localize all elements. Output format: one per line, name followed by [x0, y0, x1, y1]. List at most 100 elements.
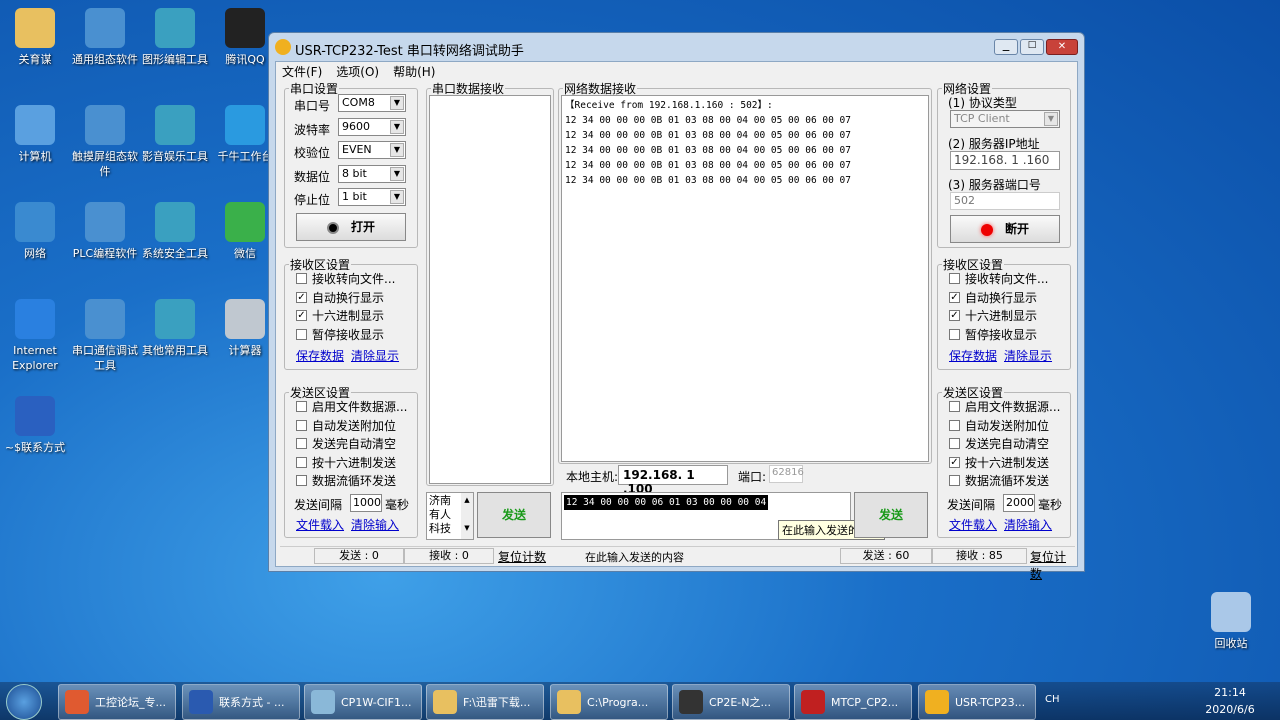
start-button[interactable] — [6, 684, 42, 720]
desktop-icon[interactable]: PLC编程软件 — [70, 202, 140, 261]
local-port-value: 62816 — [769, 465, 804, 483]
app-icon — [225, 105, 265, 145]
load-link[interactable]: 文件载入 — [296, 516, 344, 533]
field-select[interactable]: 9600 ▼ — [338, 117, 406, 136]
clock-date[interactable]: 2020/6/6 — [1198, 703, 1262, 716]
desktop-icon[interactable]: 系统安全工具 — [140, 202, 210, 261]
taskbar-item[interactable]: CP2E-N之... — [672, 684, 790, 720]
taskbar-item[interactable]: 联系方式 - ... — [182, 684, 300, 720]
save-link[interactable]: 保存数据 — [296, 347, 344, 364]
scrollbar[interactable]: ▲ ▼ — [461, 493, 473, 539]
checkbox-icon — [949, 328, 960, 340]
protocol-select[interactable]: TCP Client ▼ — [950, 110, 1060, 128]
taskbar-item[interactable]: C:\Progra... — [550, 684, 668, 720]
server-ip-label: (2) 服务器IP地址 — [948, 137, 1040, 151]
checkbox-icon — [949, 419, 960, 431]
option-checkbox[interactable]: ✓ 自动换行显示 — [296, 289, 384, 306]
app-icon — [275, 39, 291, 55]
desktop-icon[interactable]: Internet Explorer — [0, 299, 70, 373]
app-icon — [15, 299, 55, 339]
option-checkbox[interactable]: 启用文件数据源... — [949, 398, 1060, 415]
checkbox-icon — [296, 273, 307, 284]
network-send-button[interactable]: 发送 — [854, 492, 928, 538]
option-checkbox[interactable]: 发送完自动清空 — [296, 435, 396, 452]
field-select[interactable]: 1 bit ▼ — [338, 188, 406, 206]
serial-sent-count: 发送 : 0 — [314, 548, 404, 564]
desktop-icon[interactable]: 其他常用工具 — [140, 299, 210, 358]
port-status-icon — [326, 221, 339, 234]
load-link[interactable]: 文件载入 — [949, 516, 997, 533]
option-checkbox[interactable]: ✓ 十六进制显示 — [949, 307, 1037, 324]
option-checkbox[interactable]: 接收转向文件... — [296, 270, 395, 287]
serial-send-button[interactable]: 发送 — [477, 492, 551, 538]
option-checkbox[interactable]: 暂停接收显示 — [949, 326, 1037, 343]
option-checkbox[interactable]: 数据流循环发送 — [949, 472, 1049, 489]
serial-send-input[interactable]: 济南 有人 科技 ▲ ▼ — [426, 492, 474, 540]
option-checkbox[interactable]: 接收转向文件... — [949, 270, 1048, 287]
option-checkbox[interactable]: ✓ 自动换行显示 — [949, 289, 1037, 306]
network-reset-count[interactable]: 复位计数 — [1030, 548, 1075, 582]
option-checkbox[interactable]: 按十六进制发送 — [296, 454, 396, 471]
menu-file[interactable]: 文件(F) — [282, 65, 322, 79]
clear-link[interactable]: 清除显示 — [1004, 347, 1052, 364]
taskbar-item[interactable]: MTCP_CP2... — [794, 684, 912, 720]
network-received-count: 接收 : 85 — [932, 548, 1027, 564]
checkbox-icon — [949, 273, 960, 284]
interval-label: 发送间隔 — [294, 497, 343, 512]
server-ip-input[interactable]: 192.168. 1 .160 — [950, 151, 1060, 170]
serial-settings-legend: 串口设置 — [290, 82, 339, 96]
option-checkbox[interactable]: 数据流循环发送 — [296, 472, 396, 489]
interval-input[interactable]: 1000 — [350, 493, 382, 512]
taskbar-item[interactable]: CP1W-CIF1... — [304, 684, 422, 720]
clear-link[interactable]: 清除显示 — [351, 347, 399, 364]
received-line: 12 34 00 00 00 0B 01 03 08 00 04 00 05 0… — [565, 160, 851, 171]
app-icon — [15, 396, 55, 436]
desktop-icon[interactable]: 计算机 — [0, 105, 70, 164]
disconnect-button[interactable]: 断开 — [950, 215, 1060, 243]
clear-link[interactable]: 清除输入 — [351, 516, 399, 533]
desktop-icon[interactable]: 串口通信调试工具 — [70, 299, 140, 373]
desktop-icon[interactable]: ~$联系方式 — [0, 396, 70, 455]
desktop-icon[interactable]: 影音娱乐工具 — [140, 105, 210, 164]
clear-link[interactable]: 清除输入 — [1004, 516, 1052, 533]
network-receive-area[interactable]: 【Receive from 192.168.1.160 : 502】: 12 34… — [561, 95, 929, 462]
option-checkbox[interactable]: 启用文件数据源... — [296, 398, 407, 415]
client-area: 文件(F) 选项(O) 帮助(H) 串口设置 串口号 COM8 ▼ 波特率 9600 ▼ 校验位… — [275, 61, 1078, 581]
desktop-icon[interactable]: 触摸屏组态软件 — [70, 105, 140, 179]
close-button[interactable]: ✕ — [1046, 39, 1078, 55]
field-select[interactable]: COM8 ▼ — [338, 94, 406, 112]
option-checkbox[interactable]: 发送完自动清空 — [949, 435, 1049, 452]
desktop-icon[interactable]: 网络 — [0, 202, 70, 261]
option-checkbox[interactable]: 暂停接收显示 — [296, 326, 384, 343]
app-icon — [155, 105, 195, 145]
field-select[interactable]: 8 bit ▼ — [338, 164, 406, 183]
clock-time[interactable]: 21:14 — [1205, 686, 1255, 699]
taskbar-item[interactable]: USR-TCP23... — [918, 684, 1036, 720]
recycle-bin[interactable]: 回收站 — [1196, 592, 1266, 651]
desktop-icon[interactable]: 关育谋 — [0, 8, 70, 67]
app-icon — [65, 690, 89, 714]
open-port-button[interactable]: 打开 — [296, 213, 406, 241]
menu-options[interactable]: 选项(O) — [336, 65, 379, 79]
status-bar: 发送 : 0 接收 : 0 复位计数 在此输入发送的内容 发送 : 60 接收 … — [280, 546, 1075, 581]
option-checkbox[interactable]: 自动发送附加位 — [949, 417, 1049, 434]
option-checkbox[interactable]: ✓ 按十六进制发送 — [949, 454, 1049, 471]
option-checkbox[interactable]: 自动发送附加位 — [296, 417, 396, 434]
desktop-icon[interactable]: 通用组态软件 — [70, 8, 140, 67]
option-checkbox[interactable]: ✓ 十六进制显示 — [296, 307, 384, 324]
field-select[interactable]: EVEN ▼ — [338, 141, 406, 159]
menu-help[interactable]: 帮助(H) — [393, 65, 435, 79]
serial-reset-count[interactable]: 复位计数 — [498, 548, 546, 565]
interval-input[interactable]: 2000 — [1003, 493, 1035, 512]
minimize-button[interactable]: _ — [994, 38, 1018, 55]
app-icon — [925, 690, 949, 714]
server-port-input[interactable]: 502 — [950, 192, 1060, 210]
desktop-icon[interactable]: 图形编辑工具 — [140, 8, 210, 67]
maximize-button[interactable]: □ — [1020, 39, 1044, 55]
checkbox-icon: ✓ — [949, 456, 960, 468]
language-indicator[interactable]: CH — [1045, 694, 1060, 705]
save-link[interactable]: 保存数据 — [949, 347, 997, 364]
serial-receive-area[interactable] — [429, 95, 551, 484]
taskbar-item[interactable]: F:\迅雷下载... — [426, 684, 544, 720]
taskbar-item[interactable]: 工控论坛_专... — [58, 684, 176, 720]
